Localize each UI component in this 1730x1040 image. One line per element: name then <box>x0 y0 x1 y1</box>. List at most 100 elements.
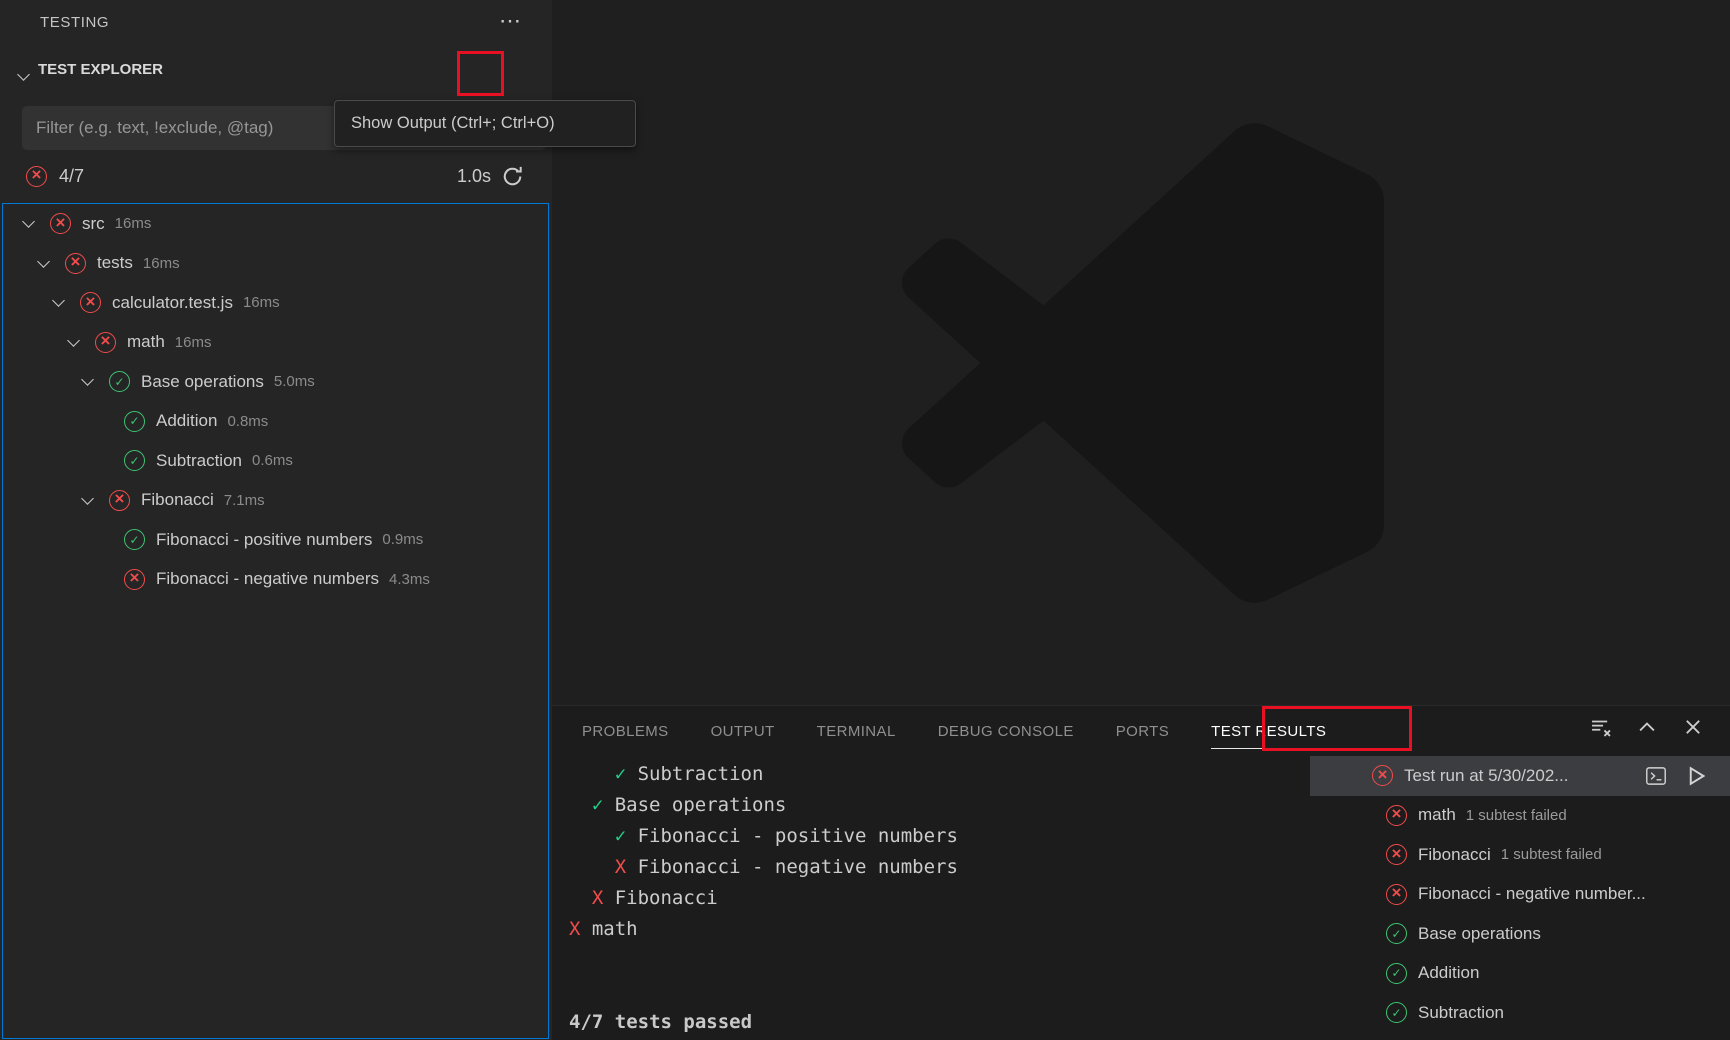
terminal-line: XFibonacci <box>569 883 958 914</box>
refresh-icon[interactable] <box>501 165 524 188</box>
rerun-icon[interactable] <box>1684 764 1708 788</box>
tab-test-results[interactable]: TEST RESULTS <box>1211 709 1326 753</box>
result-row-label: Fibonacci - negative number... <box>1418 884 1646 904</box>
tree-item-duration: 16ms <box>243 294 280 311</box>
vscode-window: TESTING ⋯ TEST EXPLORER ⋯ <box>0 0 1730 1040</box>
result-row-base-operations[interactable]: Base operations <box>1310 914 1730 954</box>
tab-debug-console[interactable]: DEBUG CONSOLE <box>938 709 1074 753</box>
result-row-partial[interactable] <box>1310 1033 1730 1040</box>
panel-tab-bar: PROBLEMS OUTPUT TERMINAL DEBUG CONSOLE P… <box>552 706 1730 756</box>
tree-item-duration: 16ms <box>143 255 180 272</box>
vscode-watermark-logo <box>885 122 1401 604</box>
tree-item-fibonacci-negative[interactable]: Fibonacci - negative numbers 4.3ms <box>3 560 548 600</box>
tree-item-duration: 4.3ms <box>389 571 430 588</box>
tree-item-addition[interactable]: Addition 0.8ms <box>3 402 548 442</box>
result-row-test-run[interactable]: Test run at 5/30/202... <box>1310 756 1730 796</box>
tree-item-duration: 0.8ms <box>227 413 268 430</box>
tree-item-label: calculator.test.js <box>112 293 233 313</box>
maximize-panel-icon[interactable] <box>1636 716 1658 738</box>
sidebar-header: TESTING ⋯ <box>0 0 552 46</box>
tree-item-math[interactable]: math 16ms <box>3 323 548 363</box>
result-row-subtraction[interactable]: Subtraction <box>1310 993 1730 1033</box>
tree-item-duration: 16ms <box>175 334 212 351</box>
tree-item-base-operations[interactable]: Base operations 5.0ms <box>3 362 548 402</box>
fail-circle-icon <box>1386 844 1407 865</box>
pass-circle-icon <box>1386 963 1407 984</box>
tree-item-label: Fibonacci - negative numbers <box>156 569 379 589</box>
tree-item-fibonacci-positive[interactable]: Fibonacci - positive numbers 0.9ms <box>3 520 548 560</box>
tree-item-label: math <box>127 332 165 352</box>
result-row-fibonacci-negative[interactable]: Fibonacci - negative number... <box>1310 875 1730 915</box>
tab-ports[interactable]: PORTS <box>1116 709 1169 753</box>
fail-circle-icon <box>1386 884 1407 905</box>
fail-circle-icon <box>1386 805 1407 826</box>
fail-circle-icon <box>1372 765 1393 786</box>
fail-circle-icon <box>109 490 130 511</box>
chevron-down-icon[interactable] <box>17 216 39 232</box>
tree-item-duration: 16ms <box>115 215 152 232</box>
tree-item-duration: 7.1ms <box>224 492 265 509</box>
tests-failed-count: 4/7 <box>59 166 84 187</box>
result-row-addition[interactable]: Addition <box>1310 954 1730 994</box>
chevron-down-icon[interactable] <box>32 255 54 271</box>
result-row-label: Fibonacci <box>1418 845 1491 865</box>
show-output-icon[interactable] <box>1643 763 1669 789</box>
result-row-fibonacci[interactable]: Fibonacci 1 subtest failed <box>1310 835 1730 875</box>
fail-circle-icon <box>26 166 47 187</box>
tooltip-text: Show Output (Ctrl+; Ctrl+O) <box>351 114 555 133</box>
pass-circle-icon <box>124 411 145 432</box>
fail-circle-icon <box>95 332 116 353</box>
test-results-list: Test run at 5/30/202... math 1 subtest f… <box>1310 756 1730 1040</box>
result-row-math[interactable]: math 1 subtest failed <box>1310 796 1730 836</box>
show-output-tooltip: Show Output (Ctrl+; Ctrl+O) <box>334 100 636 147</box>
result-row-description: 1 subtest failed <box>1466 807 1567 824</box>
tree-item-subtraction[interactable]: Subtraction 0.6ms <box>3 441 548 481</box>
tree-item-calculator-test-js[interactable]: calculator.test.js 16ms <box>3 283 548 323</box>
terminal-line: Xmath <box>569 914 958 945</box>
sidebar-more-actions-icon[interactable]: ⋯ <box>499 8 522 34</box>
tree-item-src[interactable]: src 16ms <box>3 204 548 244</box>
tab-problems[interactable]: PROBLEMS <box>582 709 669 753</box>
pass-circle-icon <box>1386 923 1407 944</box>
chevron-down-icon[interactable] <box>76 492 98 508</box>
tree-item-fibonacci[interactable]: Fibonacci 7.1ms <box>3 481 548 521</box>
tree-item-duration: 0.6ms <box>252 452 293 469</box>
tree-item-label: tests <box>97 253 133 273</box>
tree-item-label: Addition <box>156 411 217 431</box>
tree-item-label: Base operations <box>141 372 264 392</box>
pass-circle-icon <box>124 450 145 471</box>
clear-all-icon[interactable] <box>1590 716 1612 738</box>
x-mark-icon: X <box>615 856 626 878</box>
bottom-panel: PROBLEMS OUTPUT TERMINAL DEBUG CONSOLE P… <box>552 705 1730 1040</box>
tree-item-label: Fibonacci <box>141 490 214 510</box>
terminal-line: XFibonacci - negative numbers <box>569 852 958 883</box>
section-title: TEST EXPLORER <box>38 61 163 78</box>
check-mark-icon: ✓ <box>615 763 626 785</box>
close-panel-icon[interactable] <box>1682 716 1704 738</box>
tests-passed-summary: 4/7 tests passed <box>569 1007 958 1038</box>
x-mark-icon: X <box>569 918 580 940</box>
chevron-down-icon[interactable] <box>76 374 98 390</box>
fail-circle-icon <box>50 213 71 234</box>
tab-terminal[interactable]: TERMINAL <box>817 709 896 753</box>
tree-item-label: src <box>82 214 105 234</box>
fail-circle-icon <box>65 253 86 274</box>
result-row-description: 1 subtest failed <box>1501 846 1602 863</box>
chevron-down-icon[interactable] <box>12 68 34 84</box>
chevron-down-icon[interactable] <box>62 334 84 350</box>
tree-item-tests[interactable]: tests 16ms <box>3 244 548 284</box>
pass-circle-icon <box>109 371 130 392</box>
x-mark-icon: X <box>592 887 603 909</box>
sidebar-title: TESTING <box>40 14 109 31</box>
terminal-line: ✓Base operations <box>569 790 958 821</box>
testing-sidebar: TESTING ⋯ TEST EXPLORER ⋯ <box>0 0 552 1040</box>
result-row-label: Test run at 5/30/202... <box>1404 766 1568 786</box>
tab-output[interactable]: OUTPUT <box>711 709 775 753</box>
tree-item-label: Subtraction <box>156 451 242 471</box>
pass-circle-icon <box>124 529 145 550</box>
pass-circle-icon <box>1386 1002 1407 1023</box>
chevron-down-icon[interactable] <box>47 295 69 311</box>
result-row-label: Subtraction <box>1418 1003 1504 1023</box>
tree-item-label: Fibonacci - positive numbers <box>156 530 372 550</box>
test-run-duration: 1.0s <box>457 166 491 187</box>
